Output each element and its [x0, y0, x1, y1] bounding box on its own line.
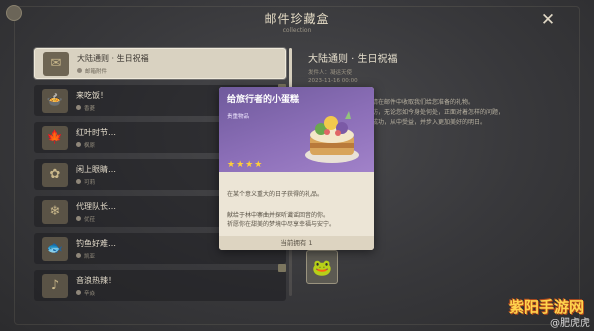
watermark-text: @肥虎虎 — [550, 318, 590, 329]
ice-icon: ❄ — [42, 199, 68, 224]
tag-icon — [76, 216, 81, 221]
tooltip-header: 给旅行者的小蛋糕 贵重物品 ★★★★ — [219, 87, 374, 172]
mail-title: 来吃饭！ — [76, 90, 108, 100]
flower-icon: ✿ — [42, 162, 68, 187]
cake-icon — [305, 111, 359, 163]
rarity-stars: ★★★★ — [227, 160, 264, 170]
detail-body-line: 彷，无论您如今身处何处，正面对着怎样的问题， — [372, 109, 505, 116]
mail-title: 钓鱼好难… — [76, 238, 116, 248]
mail-tag: 优菈 — [84, 216, 96, 223]
leaf-icon: 🍁 — [42, 125, 68, 150]
tag-icon — [76, 179, 81, 184]
tag-icon — [77, 68, 82, 73]
window-subtitle: collection — [282, 27, 312, 34]
detail-sender: 发件人：凝运天使 — [308, 70, 353, 76]
detail-title: 大陆通则 · 生日祝福 — [308, 54, 398, 65]
detail-body-line: 成功，从中受益，并步入更加美好的明日。 — [372, 119, 487, 126]
marker-icon — [278, 264, 286, 272]
mail-tag: 枫原 — [84, 142, 96, 149]
mail-tag: 邮箱附件 — [85, 68, 108, 75]
mail-title: 红叶时节… — [76, 127, 116, 137]
item-desc: 在某个意义重大的日子获得的礼品。 — [227, 191, 324, 198]
fish-icon: 🐟 — [42, 236, 68, 261]
music-icon: ♪ — [42, 273, 68, 298]
mail-list-item[interactable]: ♪ 音浪热辣！ 辛焱 — [34, 270, 286, 301]
mail-tag: 凯亚 — [84, 253, 96, 260]
tag-icon — [76, 290, 81, 295]
mail-title: 大陆通则 · 生日祝福 — [77, 53, 149, 63]
mail-title: 代理队长… — [76, 201, 116, 211]
window-title: 邮件珍藏盒 — [264, 12, 330, 26]
detail-body-line: 请在邮件中收取我们给您准备的礼物。 — [372, 99, 475, 106]
gift-icon: ✉ — [43, 51, 69, 76]
frog-icon: 🐸 — [312, 257, 332, 277]
item-desc: 献给于林中寨曲并探听谶谣回音的你。 — [227, 212, 330, 219]
food-icon: 🍲 — [42, 88, 68, 113]
mail-tag: 可莉 — [84, 179, 96, 186]
mail-tag: 辛焱 — [84, 290, 96, 297]
item-name: 给旅行者的小蛋糕 — [227, 95, 300, 105]
attachment-slot[interactable]: 🐸 — [306, 250, 338, 284]
tag-icon — [76, 142, 81, 147]
mail-title: 闲上眼睛… — [76, 164, 116, 174]
mail-title: 音浪热辣！ — [76, 275, 116, 285]
tag-icon — [76, 105, 81, 110]
item-desc: 祈愿你在甜美的梦境中尽享幸福与安宁。 — [227, 221, 336, 228]
owned-count: 当前拥有 1 — [219, 236, 374, 250]
detail-time: 2023-11-16 00:00 — [308, 78, 358, 84]
item-category: 贵重物品 — [227, 114, 250, 120]
mail-list-item[interactable]: ✉ 大陆通则 · 生日祝福 邮箱附件 — [34, 48, 286, 79]
close-icon[interactable]: ✕ — [540, 12, 556, 29]
tag-icon — [76, 253, 81, 258]
mail-tag: 香菱 — [84, 105, 96, 112]
detail-body: 请在邮件中收取我们给您准备的礼物。 彷，无论您如今身处何处，正面对着怎样的问题，… — [372, 98, 572, 128]
item-tooltip: 给旅行者的小蛋糕 贵重物品 ★★★★ 在某个意义重大的日子获得的礼品。 献给于林… — [219, 87, 374, 250]
